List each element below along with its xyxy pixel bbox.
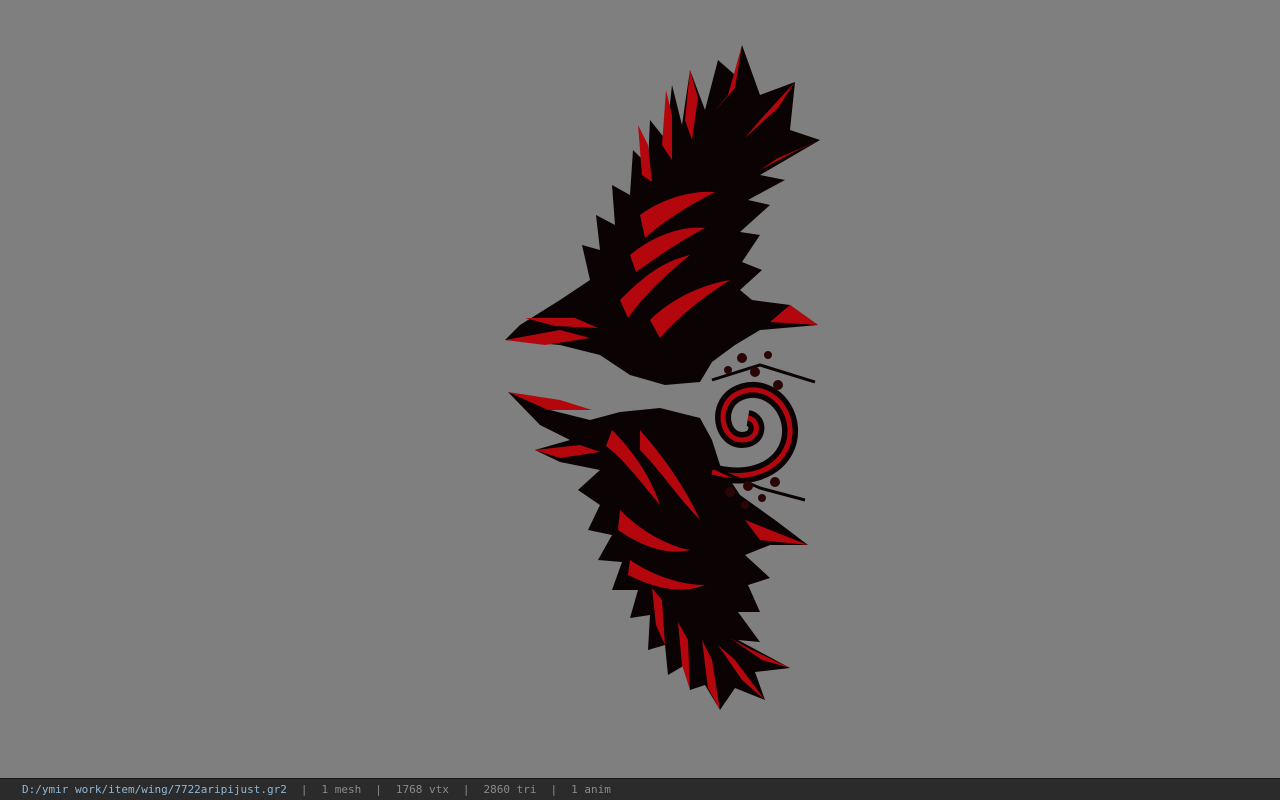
mesh-count: 1 mesh bbox=[321, 783, 362, 796]
status-separator: | bbox=[300, 783, 308, 796]
lower-wing bbox=[508, 392, 808, 710]
file-path: D:/ymir work/item/wing/7722aripijust.gr2 bbox=[22, 783, 287, 796]
status-bar: D:/ymir work/item/wing/7722aripijust.gr2… bbox=[0, 778, 1280, 800]
wing-model-render bbox=[505, 45, 820, 710]
vertex-count: 1768 vtx bbox=[395, 783, 449, 796]
status-separator: | bbox=[550, 783, 558, 796]
animation-count: 1 anim bbox=[571, 783, 611, 796]
status-separator: | bbox=[462, 783, 470, 796]
triangle-count: 2860 tri bbox=[483, 783, 537, 796]
model-viewport[interactable] bbox=[0, 0, 1280, 778]
upper-wing bbox=[505, 45, 820, 385]
status-separator: | bbox=[375, 783, 382, 796]
